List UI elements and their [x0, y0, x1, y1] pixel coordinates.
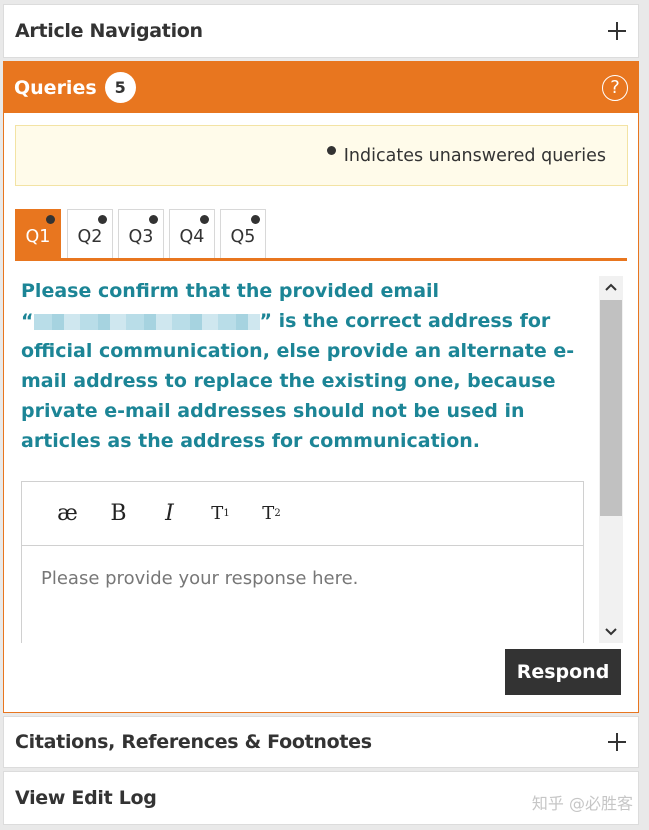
notice-text: Indicates unanswered queries — [343, 145, 606, 166]
redacted-email — [33, 313, 260, 330]
unanswered-notice: Indicates unanswered queries — [15, 125, 628, 186]
expand-plus-icon[interactable] — [608, 22, 626, 40]
query-text: Please confirm that the provided email “… — [21, 276, 591, 456]
citations-title: Citations, References & Footnotes — [15, 731, 372, 753]
tab-label: Q3 — [128, 227, 154, 247]
tab-label: Q2 — [77, 227, 103, 247]
article-navigation-title: Article Navigation — [15, 20, 203, 42]
subscript-label: T — [262, 503, 275, 524]
response-input[interactable]: Please provide your response here. — [22, 546, 583, 611]
citations-header[interactable]: Citations, References & Footnotes — [4, 717, 638, 767]
queries-title-group: Queries 5 — [14, 72, 136, 103]
italic-label: I — [165, 501, 174, 526]
bold-button[interactable]: B — [93, 494, 144, 534]
unanswered-dot-icon — [149, 215, 158, 224]
unanswered-dot-icon — [326, 146, 336, 155]
unanswered-dot-icon — [98, 215, 107, 224]
tab-q1[interactable]: Q1 — [15, 209, 61, 258]
tab-q2[interactable]: Q2 — [67, 209, 113, 258]
tab-label: Q1 — [25, 227, 51, 247]
tab-label: Q4 — [179, 227, 205, 247]
queries-count-badge: 5 — [104, 72, 136, 103]
italic-button[interactable]: I — [144, 494, 195, 534]
quote-open: “ — [21, 310, 34, 332]
expand-plus-icon[interactable] — [608, 733, 626, 751]
article-navigation-panel[interactable]: Article Navigation — [3, 4, 639, 58]
unanswered-dot-icon — [251, 215, 260, 224]
queries-panel: Queries 5 ? Indicates unanswered queries… — [3, 61, 639, 713]
superscript-label: T — [211, 503, 224, 524]
scroll-down-icon[interactable] — [599, 621, 623, 643]
query-tabs: Q1 Q2 Q3 Q4 Q5 — [15, 209, 627, 261]
tab-q4[interactable]: Q4 — [169, 209, 215, 258]
queries-title: Queries — [14, 76, 97, 99]
superscript-mark: 1 — [223, 508, 230, 519]
queries-header[interactable]: Queries 5 ? — [4, 62, 638, 113]
ae-ligature-button[interactable]: æ — [42, 494, 93, 534]
scroll-up-icon[interactable] — [599, 276, 623, 298]
superscript-button[interactable]: T1 — [195, 494, 246, 534]
article-navigation-header[interactable]: Article Navigation — [4, 5, 638, 57]
vertical-scrollbar[interactable] — [599, 276, 623, 643]
subscript-mark: 2 — [274, 508, 281, 519]
tab-q3[interactable]: Q3 — [118, 209, 164, 258]
query-scroll-area[interactable]: Please confirm that the provided email “… — [15, 276, 623, 643]
response-editor: æ B I T1 T2 Please provide your response… — [21, 481, 584, 643]
ae-ligature-label: æ — [57, 501, 78, 526]
editor-toolbar: æ B I T1 T2 — [22, 482, 583, 546]
unanswered-dot-icon — [200, 215, 209, 224]
query-text-part2: ” is the correct address for official co… — [21, 310, 575, 452]
edit-log-title: View Edit Log — [15, 787, 157, 809]
respond-button[interactable]: Respond — [505, 649, 621, 695]
watermark: 知乎 @必胜客 — [531, 794, 633, 813]
bold-label: B — [110, 501, 127, 526]
help-icon[interactable]: ? — [602, 74, 628, 101]
tab-label: Q5 — [230, 227, 256, 247]
subscript-button[interactable]: T2 — [246, 494, 297, 534]
tab-q5[interactable]: Q5 — [220, 209, 266, 258]
query-text-part1: Please confirm that the provided email — [21, 280, 440, 302]
scrollbar-thumb[interactable] — [600, 300, 622, 516]
unanswered-dot-icon — [46, 215, 55, 224]
citations-panel[interactable]: Citations, References & Footnotes — [3, 716, 639, 768]
